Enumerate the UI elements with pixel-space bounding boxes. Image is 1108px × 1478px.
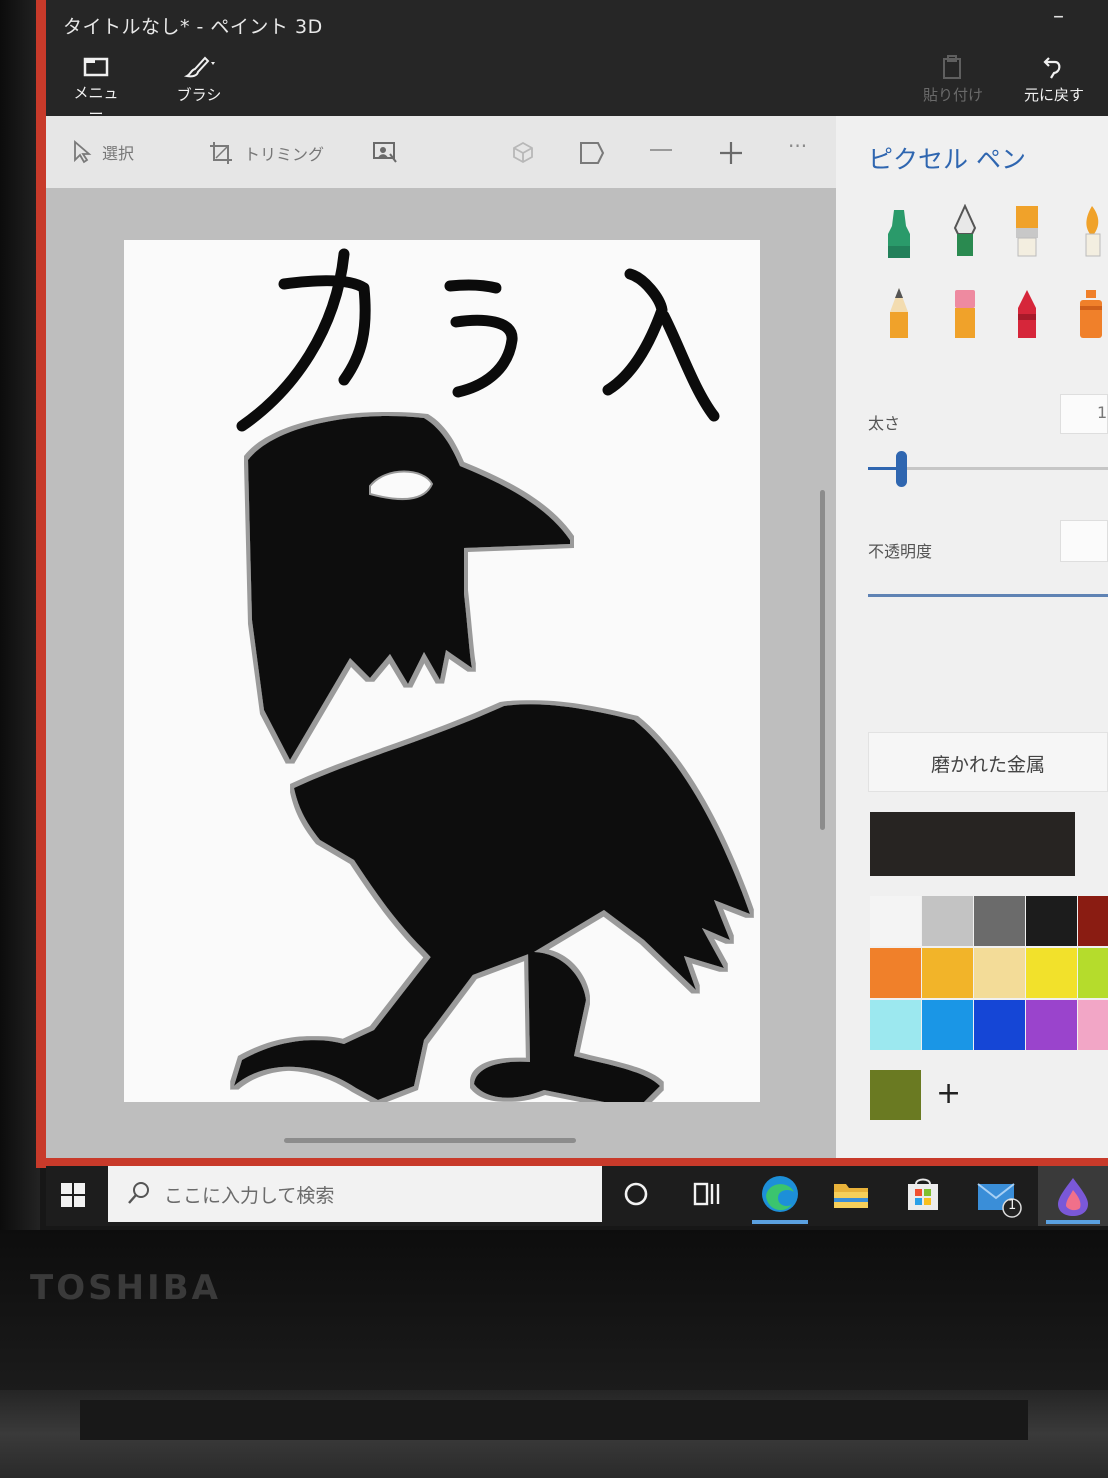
more-options-button[interactable]: ···: [788, 134, 807, 158]
mail-badge-count: 1: [1008, 1198, 1017, 1213]
thickness-label: 太さ: [868, 414, 901, 433]
spray-can-icon[interactable]: [1076, 286, 1106, 342]
crayon-icon[interactable]: [1012, 286, 1042, 342]
opacity-label: 不透明度: [868, 542, 933, 561]
select-tool[interactable]: 選択: [72, 140, 134, 164]
crop-tool[interactable]: トリミング: [208, 140, 324, 166]
crow-silhouette: [234, 415, 750, 1102]
microsoft-store-icon[interactable]: [904, 1176, 942, 1214]
crow-drawing: [234, 248, 750, 1102]
custom-color-swatch[interactable]: [870, 1070, 921, 1120]
oil-brush-icon[interactable]: [1012, 204, 1042, 260]
material-button[interactable]: 磨かれた金属: [868, 732, 1108, 792]
panel-title: ピクセル ペン: [868, 145, 1026, 174]
color-swatch[interactable]: [1078, 896, 1108, 946]
window-title: タイトルなし* - ペイント 3D: [63, 16, 323, 38]
minus-icon: [650, 149, 672, 151]
color-swatch[interactable]: [974, 948, 1025, 998]
add-color-button[interactable]: +: [936, 1076, 961, 1111]
calligraphy-pen-icon[interactable]: [950, 204, 980, 260]
color-swatch[interactable]: [1026, 896, 1077, 946]
marker-icon[interactable]: [884, 206, 914, 262]
horizontal-scrollbar[interactable]: [284, 1138, 576, 1143]
laptop-brand-logo: TOSHIBA: [30, 1268, 221, 1308]
menu-button[interactable]: メニュー: [70, 56, 122, 124]
opacity-slider[interactable]: [868, 594, 1108, 597]
paint-3d-active-indicator: [1046, 1220, 1100, 1224]
color-swatch[interactable]: [1078, 948, 1108, 998]
brush-icon: [183, 56, 215, 78]
color-swatch[interactable]: [1026, 948, 1077, 998]
drawing-canvas[interactable]: [124, 240, 760, 1102]
monitor-bezel: [0, 0, 40, 1230]
color-swatch[interactable]: [870, 1000, 921, 1050]
watercolor-icon[interactable]: [1076, 204, 1106, 260]
select-label: 選択: [102, 144, 135, 163]
paste-label: 貼り付け: [922, 86, 983, 104]
vertical-scrollbar[interactable]: [820, 490, 825, 830]
windows-taskbar: ここに入力して検索 1: [46, 1166, 1108, 1226]
search-placeholder: ここに入力して検索: [164, 1185, 335, 1207]
3d-view-tool[interactable]: [510, 140, 536, 164]
handwritten-title: [236, 248, 720, 432]
crop-label: トリミング: [244, 145, 325, 164]
color-swatch[interactable]: [1026, 1000, 1077, 1050]
laptop-hinge: [80, 1400, 1028, 1440]
mail-icon[interactable]: [976, 1176, 1024, 1220]
brush-label: ブラシ: [176, 86, 222, 104]
pencil-icon[interactable]: [884, 286, 914, 342]
paste-icon: [943, 55, 961, 79]
eraser-icon[interactable]: [950, 286, 980, 342]
color-swatch[interactable]: [922, 948, 973, 998]
brush-settings-panel: ピクセル ペン 太さ 1( 不透明度 磨かれた金属 +: [836, 116, 1108, 1158]
edge-browser-icon[interactable]: [758, 1172, 802, 1216]
color-swatch[interactable]: [974, 896, 1025, 946]
active-app-indicator: [752, 1220, 808, 1224]
magic-select-tool[interactable]: [372, 140, 398, 164]
color-swatch[interactable]: [922, 1000, 973, 1050]
canvas-workspace[interactable]: [46, 188, 836, 1158]
cortana-icon[interactable]: [622, 1180, 650, 1208]
windows-start-icon[interactable]: [60, 1182, 86, 1208]
perspective-view-icon: [580, 142, 605, 164]
file-explorer-icon[interactable]: [832, 1178, 870, 1212]
color-swatch[interactable]: [1078, 1000, 1108, 1050]
brush-tool-button[interactable]: ブラシ: [170, 54, 228, 105]
zoom-out-button[interactable]: [648, 140, 674, 160]
color-swatch[interactable]: [922, 896, 973, 946]
search-icon: [128, 1182, 149, 1204]
minimize-button[interactable]: –: [1053, 4, 1064, 29]
magic-select-icon: [373, 142, 397, 163]
perspective-tool[interactable]: [578, 140, 606, 166]
cursor-arrow-icon: [74, 140, 92, 164]
thickness-input[interactable]: 1(: [1060, 394, 1108, 434]
thickness-slider-thumb[interactable]: [896, 451, 907, 487]
menu-folder-icon: [83, 57, 109, 77]
ribbon: メニュー ブラシ 貼り付け 元に戻す: [46, 46, 1108, 123]
undo-icon: [1043, 57, 1061, 79]
zoom-in-button[interactable]: [718, 140, 744, 166]
current-color-swatch[interactable]: [870, 812, 1075, 876]
3d-cube-icon: [513, 141, 533, 164]
undo-label: 元に戻す: [1023, 86, 1084, 104]
crop-icon: [210, 142, 232, 164]
color-swatch[interactable]: [974, 1000, 1025, 1050]
paint-3d-window: タイトルなし* - ペイント 3D – メニュー ブラシ 貼り付け 元に戻す 選…: [46, 0, 1108, 1158]
taskbar-search-box[interactable]: ここに入力して検索: [108, 1166, 602, 1222]
opacity-input[interactable]: [1060, 520, 1108, 562]
photo-of-laptop-screen: タイトルなし* - ペイント 3D – メニュー ブラシ 貼り付け 元に戻す 選…: [0, 0, 1108, 1478]
title-bar: タイトルなし* - ペイント 3D –: [46, 0, 1108, 46]
color-swatch[interactable]: [870, 948, 921, 998]
color-swatch[interactable]: [870, 896, 921, 946]
laptop-lower-bezel: [0, 1230, 1108, 1390]
paint-3d-icon: [1058, 1178, 1088, 1216]
plus-icon: [720, 142, 742, 164]
task-view-icon[interactable]: [692, 1180, 722, 1208]
undo-button[interactable]: 元に戻す: [1018, 52, 1090, 105]
canvas-toolbar: 選択 トリミング ···: [46, 116, 836, 188]
paint-3d-taskbar-slot[interactable]: [1038, 1166, 1108, 1226]
paste-button[interactable]: 貼り付け: [920, 54, 986, 105]
